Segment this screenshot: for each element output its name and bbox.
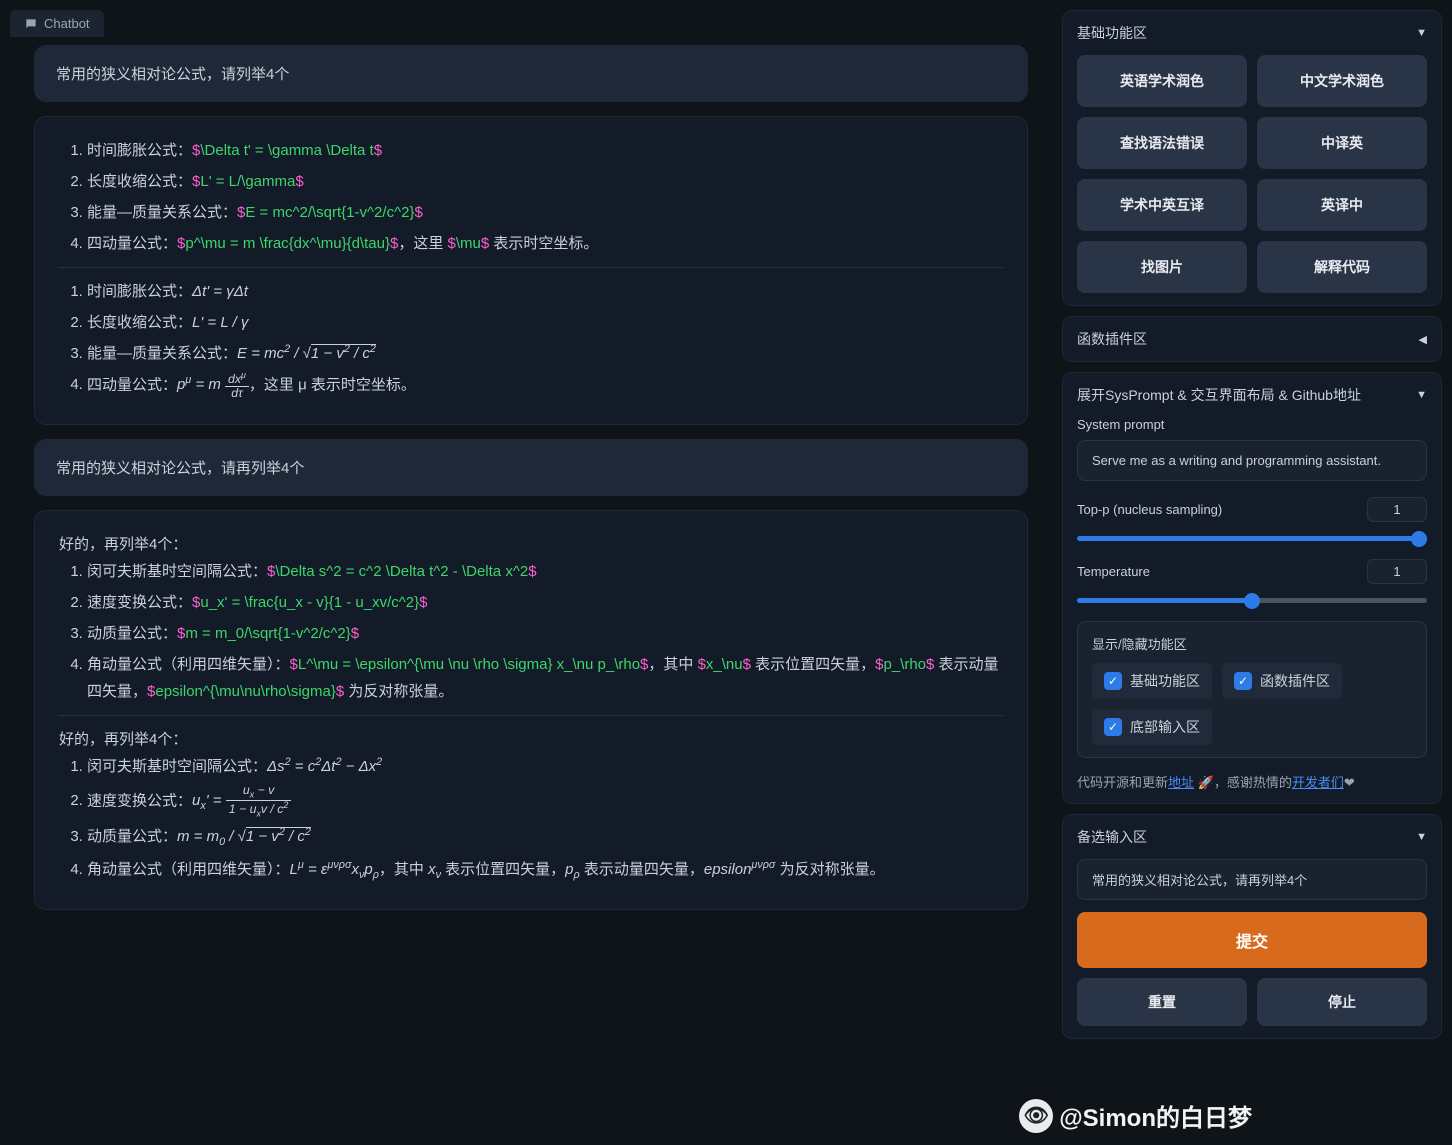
tab-header: Chatbot xyxy=(10,10,1052,37)
github-link[interactable]: 地址 xyxy=(1168,775,1194,790)
user-message: 常用的狭义相对论公式，请再列举4个 xyxy=(34,439,1028,496)
formula-list-raw: 时间膨胀公式：$\Delta t' = \gamma \Delta t$ 长度收… xyxy=(59,137,1003,257)
formula-list-rendered: 时间膨胀公式：Δt' = γΔt 长度收缩公式：L' = L / γ 能量—质量… xyxy=(59,278,1003,400)
sysprompt-label: System prompt xyxy=(1077,417,1427,432)
tab-label: Chatbot xyxy=(44,16,90,31)
fn-academic-translate[interactable]: 学术中英互译 xyxy=(1077,179,1247,231)
list-item: 时间膨胀公式：Δt' = γΔt xyxy=(87,278,1003,305)
list-item: 闵可夫斯基时空间隔公式：Δs2 = c2Δt2 − Δx2 xyxy=(87,753,1003,780)
fn-zh-to-en[interactable]: 中译英 xyxy=(1257,117,1427,169)
section-title: 基础功能区 xyxy=(1077,23,1147,43)
list-item: 角动量公式（利用四维矢量）：Lμ = εμνρσxνpρ，其中 xν 表示位置四… xyxy=(87,856,1003,885)
check-icon: ✓ xyxy=(1104,672,1122,690)
basic-button-grid: 英语学术润色 中文学术润色 查找语法错误 中译英 学术中英互译 英译中 找图片 … xyxy=(1077,55,1427,293)
list-item: 四动量公式：pμ = m dxμdτ，这里 μ 表示时空坐标。 xyxy=(87,371,1003,400)
list-item: 闵可夫斯基时空间隔公式：$\Delta s^2 = c^2 \Delta t^2… xyxy=(87,558,1003,585)
section-header-sysprompt[interactable]: 展开SysPrompt & 交互界面布局 & Github地址 ▼ xyxy=(1077,385,1427,405)
footer-note: 代码开源和更新地址 🚀，感谢热情的开发者们❤ xyxy=(1077,772,1427,791)
section-title: 函数插件区 xyxy=(1077,329,1147,349)
alt-input-section: 备选输入区 ▼ 提交 重置 停止 xyxy=(1062,814,1442,1039)
list-item: 长度收缩公式：L' = L / γ xyxy=(87,309,1003,336)
section-title: 备选输入区 xyxy=(1077,827,1147,847)
chevron-down-icon: ▼ xyxy=(1416,831,1427,843)
chat-panel: Chatbot 常用的狭义相对论公式，请列举4个 时间膨胀公式：$\Delta … xyxy=(10,10,1052,1135)
submit-button[interactable]: 提交 xyxy=(1077,912,1427,968)
list-item: 速度变换公式：$u_x' = \frac{u_x - v}{1 - u_xv/c… xyxy=(87,589,1003,616)
stop-button[interactable]: 停止 xyxy=(1257,978,1427,1026)
topp-label: Top-p (nucleus sampling) xyxy=(1077,502,1222,517)
list-item: 速度变换公式：ux' = ux − v1 − uxv / c2 xyxy=(87,784,1003,819)
formula-list-raw: 闵可夫斯基时空间隔公式：$\Delta s^2 = c^2 \Delta t^2… xyxy=(59,558,1003,705)
fn-grammar-check[interactable]: 查找语法错误 xyxy=(1077,117,1247,169)
visibility-label: 显示/隐藏功能区 xyxy=(1092,634,1412,653)
chevron-left-icon: ◀ xyxy=(1419,333,1427,346)
reset-button[interactable]: 重置 xyxy=(1077,978,1247,1026)
chat-icon xyxy=(24,17,38,31)
visibility-area: 显示/隐藏功能区 ✓基础功能区 ✓函数插件区 ✓底部输入区 xyxy=(1077,621,1427,758)
plugins-section: 函数插件区 ◀ xyxy=(1062,316,1442,362)
chevron-down-icon: ▼ xyxy=(1416,27,1427,39)
check-basic[interactable]: ✓基础功能区 xyxy=(1092,663,1212,699)
check-bottom-input[interactable]: ✓底部输入区 xyxy=(1092,709,1212,745)
side-panel: 基础功能区 ▼ 英语学术润色 中文学术润色 查找语法错误 中译英 学术中英互译 … xyxy=(1062,10,1442,1135)
bot-message: 时间膨胀公式：$\Delta t' = \gamma \Delta t$ 长度收… xyxy=(34,116,1028,425)
bot-intro: 好的，再列举4个： xyxy=(59,531,1003,558)
alt-input-field[interactable] xyxy=(1077,859,1427,900)
user-message: 常用的狭义相对论公式，请列举4个 xyxy=(34,45,1028,102)
basic-functions-section: 基础功能区 ▼ 英语学术润色 中文学术润色 查找语法错误 中译英 学术中英互译 … xyxy=(1062,10,1442,306)
temp-value[interactable]: 1 xyxy=(1367,559,1427,584)
heart-icon: ❤ xyxy=(1344,775,1355,790)
list-item: 能量—质量关系公式：$E = mc^2/\sqrt{1-v^2/c^2}$ xyxy=(87,199,1003,226)
bot-message: 好的，再列举4个： 闵可夫斯基时空间隔公式：$\Delta s^2 = c^2 … xyxy=(34,510,1028,910)
section-title: 展开SysPrompt & 交互界面布局 & Github地址 xyxy=(1077,385,1361,405)
fn-chinese-polish[interactable]: 中文学术润色 xyxy=(1257,55,1427,107)
list-item: 四动量公式：$p^\mu = m \frac{dx^\mu}{d\tau}$，这… xyxy=(87,230,1003,257)
developers-link[interactable]: 开发者们 xyxy=(1292,775,1344,790)
temp-label: Temperature xyxy=(1077,564,1150,579)
check-plugins[interactable]: ✓函数插件区 xyxy=(1222,663,1342,699)
divider xyxy=(59,715,1003,716)
section-header-basic[interactable]: 基础功能区 ▼ xyxy=(1077,23,1427,43)
rocket-icon: 🚀 xyxy=(1198,775,1214,790)
section-header-altinput[interactable]: 备选输入区 ▼ xyxy=(1077,827,1427,847)
list-item: 时间膨胀公式：$\Delta t' = \gamma \Delta t$ xyxy=(87,137,1003,164)
formula-list-rendered: 闵可夫斯基时空间隔公式：Δs2 = c2Δt2 − Δx2 速度变换公式：ux'… xyxy=(59,753,1003,885)
topp-slider[interactable] xyxy=(1077,536,1427,541)
chat-area: 常用的狭义相对论公式，请列举4个 时间膨胀公式：$\Delta t' = \ga… xyxy=(10,45,1052,1135)
divider xyxy=(59,267,1003,268)
check-icon: ✓ xyxy=(1104,718,1122,736)
topp-value[interactable]: 1 xyxy=(1367,497,1427,522)
list-item: 能量—质量关系公式：E = mc2 / √1 − v2 / c2 xyxy=(87,340,1003,367)
bot-intro: 好的，再列举4个： xyxy=(59,726,1003,753)
list-item: 长度收缩公式：$L' = L/\gamma$ xyxy=(87,168,1003,195)
check-icon: ✓ xyxy=(1234,672,1252,690)
sysprompt-section: 展开SysPrompt & 交互界面布局 & Github地址 ▼ System… xyxy=(1062,372,1442,804)
section-header-plugins[interactable]: 函数插件区 ◀ xyxy=(1077,329,1427,349)
chevron-down-icon: ▼ xyxy=(1416,389,1427,401)
fn-english-polish[interactable]: 英语学术润色 xyxy=(1077,55,1247,107)
fn-explain-code[interactable]: 解释代码 xyxy=(1257,241,1427,293)
tab-chatbot[interactable]: Chatbot xyxy=(10,10,104,37)
list-item: 角动量公式（利用四维矢量）：$L^\mu = \epsilon^{\mu \nu… xyxy=(87,651,1003,705)
list-item: 动质量公式：$m = m_0/\sqrt{1-v^2/c^2}$ xyxy=(87,620,1003,647)
temp-slider[interactable] xyxy=(1077,598,1427,603)
fn-en-to-zh[interactable]: 英译中 xyxy=(1257,179,1427,231)
sysprompt-input[interactable] xyxy=(1077,440,1427,481)
list-item: 动质量公式：m = m0 / √1 − v2 / c2 xyxy=(87,823,1003,852)
fn-find-image[interactable]: 找图片 xyxy=(1077,241,1247,293)
